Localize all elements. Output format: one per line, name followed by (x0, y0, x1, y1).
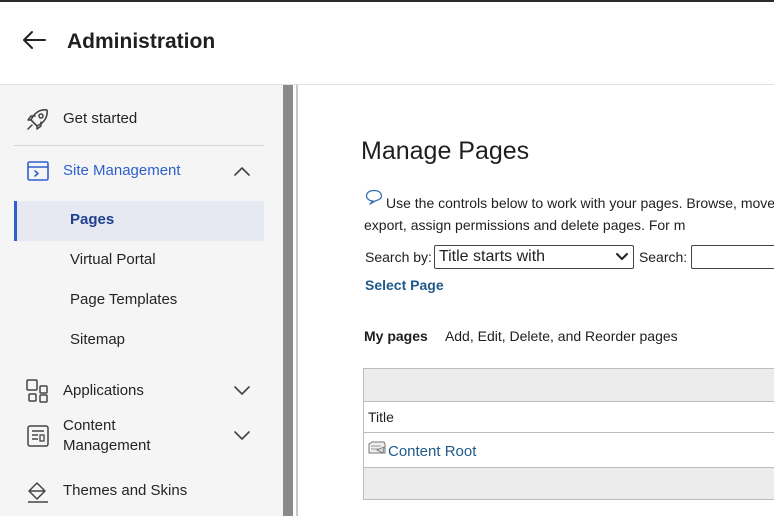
arrow-left-icon (23, 31, 46, 49)
sidebar-subitem-label: Sitemap (70, 331, 126, 348)
table-toolbar (364, 369, 774, 402)
sidebar-item-label: Content Management (63, 417, 151, 454)
site-management-icon (27, 161, 49, 181)
sidebar-subitem-pages[interactable]: Pages (14, 201, 264, 241)
table-row[interactable]: Content Root (364, 433, 774, 468)
sidebar-item-label: Themes and Skins (63, 482, 188, 499)
chevron-down-icon[interactable] (234, 386, 250, 396)
search-by-select[interactable]: Title starts with (433, 245, 634, 269)
sidebar-subitem-label: Page Templates (70, 291, 178, 308)
content-management-icon (27, 425, 49, 447)
search-by-value: Title starts with (438, 248, 546, 265)
back-button[interactable] (20, 28, 52, 56)
sidebar-subitem-virtual-portal[interactable]: Virtual Portal (14, 241, 264, 281)
search-row: Search by: Title starts with Search: (365, 245, 774, 269)
sidebar-item-label: Site Management (63, 162, 181, 179)
pages-table: Title Content Root (363, 368, 774, 500)
sidebar-subitem-label: Pages (70, 211, 115, 228)
applications-grid-icon (26, 379, 48, 403)
search-by-label: Search by: (365, 249, 432, 265)
sidebar-item-label: Applications (63, 382, 144, 399)
sidebar-item-content-management[interactable]: Content Management (14, 411, 264, 461)
sidebar-item-themes-and-skins[interactable]: Themes and Skins (14, 471, 264, 511)
sidebar-subitem-page-templates[interactable]: Page Templates (14, 281, 264, 321)
rocket-icon (27, 109, 48, 130)
page-node-icon (368, 441, 386, 454)
page-header-title: Administration (67, 30, 216, 53)
sidebar-subitem-sitemap[interactable]: Sitemap (14, 321, 264, 361)
tab-my-pages[interactable]: My pages (364, 328, 428, 344)
sidebar-item-get-started[interactable]: Get started (14, 99, 264, 139)
select-page-link[interactable]: Select Page (365, 277, 444, 293)
page-tabs: My pages Add, Edit, Delete, and Reorder … (364, 328, 678, 344)
search-input[interactable] (691, 245, 774, 269)
page-title-link[interactable]: Content Root (388, 443, 476, 460)
tab-add-edit-delete-reorder[interactable]: Add, Edit, Delete, and Reorder pages (445, 328, 678, 344)
chevron-down-icon[interactable] (234, 431, 250, 441)
sidebar-divider (14, 145, 264, 146)
chevron-down-icon (615, 253, 628, 260)
sidebar-item-label: Get started (63, 110, 138, 127)
search-label: Search: (638, 249, 688, 265)
sidebar-item-applications[interactable]: Applications (14, 371, 264, 411)
table-footer (364, 468, 774, 499)
pane-splitter[interactable] (283, 85, 293, 516)
column-header-title[interactable]: Title (364, 402, 774, 433)
admin-sidebar: Get started Site Management Pages Virtua… (0, 85, 283, 516)
help-description: Use the controls below to work with your… (364, 192, 774, 236)
page-title: Manage Pages (361, 137, 530, 165)
chevron-up-icon[interactable] (234, 166, 250, 176)
help-text: Use the controls below to work with your… (364, 195, 774, 233)
main-content: Manage Pages Use the controls below to w… (298, 85, 774, 516)
active-indicator (14, 201, 17, 241)
paint-bucket-icon (28, 482, 48, 503)
app-header: Administration (0, 2, 774, 85)
sidebar-item-site-management[interactable]: Site Management (14, 151, 264, 191)
sidebar-subitem-label: Virtual Portal (70, 251, 156, 268)
